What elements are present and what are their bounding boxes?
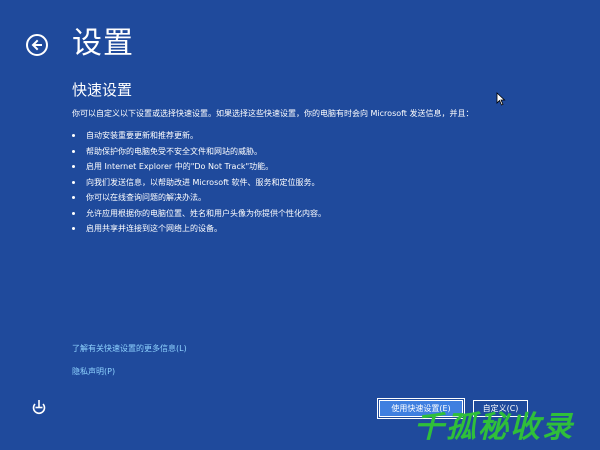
list-item: 帮助保护你的电脑免受不安全文件和网站的威胁。 — [72, 144, 326, 160]
ease-of-access-icon[interactable] — [30, 398, 48, 420]
more-info-link[interactable]: 了解有关快速设置的更多信息(L) — [72, 343, 187, 355]
watermark-text: 千孤秘收录 — [414, 410, 574, 445]
list-item: 允许应用根据你的电脑位置、姓名和用户头像为你提供个性化内容。 — [72, 206, 326, 222]
list-item: 启用 Internet Explorer 中的"Do Not Track"功能。 — [72, 159, 326, 175]
list-item: 你可以在线查询问题的解决办法。 — [72, 190, 326, 206]
settings-list: 自动安装重要更新和推荐更新。 帮助保护你的电脑免受不安全文件和网站的威胁。 启用… — [72, 128, 326, 237]
page-title: 设置 — [72, 26, 134, 61]
list-item: 自动安装重要更新和推荐更新。 — [72, 128, 326, 144]
section-title: 快速设置 — [72, 81, 133, 99]
intro-text: 你可以自定义以下设置或选择快速设置。如果选择这些快速设置，你的电脑有时会向 Mi… — [72, 109, 474, 118]
mouse-pointer-icon — [496, 92, 506, 106]
back-arrow-icon[interactable] — [26, 34, 48, 56]
list-item: 启用共享并连接到这个网络上的设备。 — [72, 221, 326, 237]
privacy-link[interactable]: 隐私声明(P) — [72, 366, 115, 378]
list-item: 向我们发送信息，以帮助改进 Microsoft 软件、服务和定位服务。 — [72, 175, 326, 191]
